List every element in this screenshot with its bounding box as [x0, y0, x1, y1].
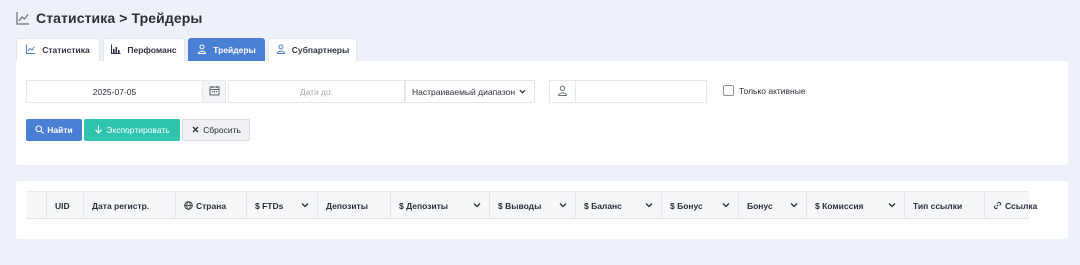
- search-icon: [35, 124, 45, 136]
- filter-panel: 2025-07-05 Дата до: Настраиваемый диапаз…: [16, 61, 1068, 165]
- column-header-link[interactable]: Ссылка: [984, 192, 1037, 219]
- user-icon: [557, 83, 568, 101]
- search-button-label: Найти: [47, 125, 73, 135]
- tab-subpartners[interactable]: Субпартнеры: [268, 38, 357, 61]
- range-select-value: Настраиваемый диапазон: [412, 86, 516, 97]
- only-active-label: Только активные: [739, 85, 806, 96]
- calendar-icon: [209, 83, 220, 101]
- tab-label: Статистика: [42, 45, 90, 55]
- chevron-down-icon: [722, 201, 730, 209]
- export-button[interactable]: Экспортировать: [84, 119, 180, 141]
- link-icon: [993, 201, 1002, 210]
- column-header-commission[interactable]: $ Комиссия: [806, 192, 904, 219]
- column-header-deposits-usd[interactable]: $ Депозиты: [390, 192, 489, 219]
- chevron-down-icon: [473, 201, 481, 209]
- user-icon: [197, 44, 207, 56]
- only-active-option[interactable]: Только активные: [723, 85, 806, 96]
- tab-statistics[interactable]: Статистика: [16, 38, 100, 61]
- column-header-withdrawals[interactable]: $ Выводы: [489, 192, 575, 219]
- export-button-label: Экспортировать: [106, 125, 170, 135]
- date-from-field[interactable]: 2025-07-05: [26, 80, 203, 103]
- arrow-down-icon: [94, 125, 103, 136]
- traders-table-panel: UID Дата регистр. Страна $ FTDs Депозиты…: [16, 181, 1068, 239]
- globe-icon: [184, 201, 193, 210]
- tab-performance[interactable]: Перфоманс: [103, 38, 185, 61]
- reset-button-label: Сбросить: [203, 125, 241, 135]
- column-header-bonus[interactable]: Бонус: [738, 192, 806, 219]
- chevron-down-icon: [888, 201, 896, 209]
- column-header-deposits[interactable]: Депозиты: [317, 192, 390, 219]
- tab-bar: Статистика Перфоманс Трейдеры Субпартнер…: [16, 38, 357, 61]
- user-icon: [276, 44, 286, 56]
- column-header-country[interactable]: Страна: [175, 192, 246, 219]
- column-header-reg-date[interactable]: Дата регистр.: [83, 192, 175, 219]
- tab-label: Субпартнеры: [291, 45, 350, 55]
- calendar-button[interactable]: [202, 80, 226, 103]
- user-filter-icon-box: [549, 80, 576, 103]
- search-button[interactable]: Найти: [26, 119, 82, 141]
- tab-label: Перфоманс: [127, 45, 177, 55]
- column-header-ftds[interactable]: $ FTDs: [246, 192, 317, 219]
- tab-traders[interactable]: Трейдеры: [188, 38, 265, 61]
- chevron-down-icon: [301, 201, 309, 209]
- column-header-balance[interactable]: $ Баланс: [575, 192, 661, 219]
- chevron-down-icon: [645, 201, 653, 209]
- date-to-field[interactable]: Дата до:: [228, 80, 405, 103]
- column-header-link-type[interactable]: Тип ссылки: [904, 192, 984, 219]
- chevron-down-icon: [559, 201, 567, 209]
- user-filter-input[interactable]: [575, 80, 707, 103]
- reset-button[interactable]: Сбросить: [182, 119, 250, 141]
- close-icon: [191, 125, 200, 136]
- table-header: UID Дата регистр. Страна $ FTDs Депозиты…: [26, 191, 1037, 219]
- column-header-select[interactable]: [26, 192, 46, 219]
- column-header-bonus-usd[interactable]: $ Бонус: [661, 192, 738, 219]
- bar-chart-icon: [111, 44, 121, 56]
- range-select[interactable]: Настраиваемый диапазон: [405, 80, 535, 103]
- page-header: Статистика > Трейдеры: [16, 9, 202, 27]
- column-header-uid[interactable]: UID: [46, 192, 83, 219]
- chevron-down-icon: [519, 87, 526, 97]
- page-title: Статистика > Трейдеры: [36, 10, 203, 26]
- only-active-checkbox[interactable]: [723, 85, 734, 96]
- line-chart-icon: [26, 44, 36, 56]
- chevron-down-icon: [790, 201, 798, 209]
- tab-label: Трейдеры: [213, 45, 256, 55]
- line-chart-icon: [16, 11, 30, 25]
